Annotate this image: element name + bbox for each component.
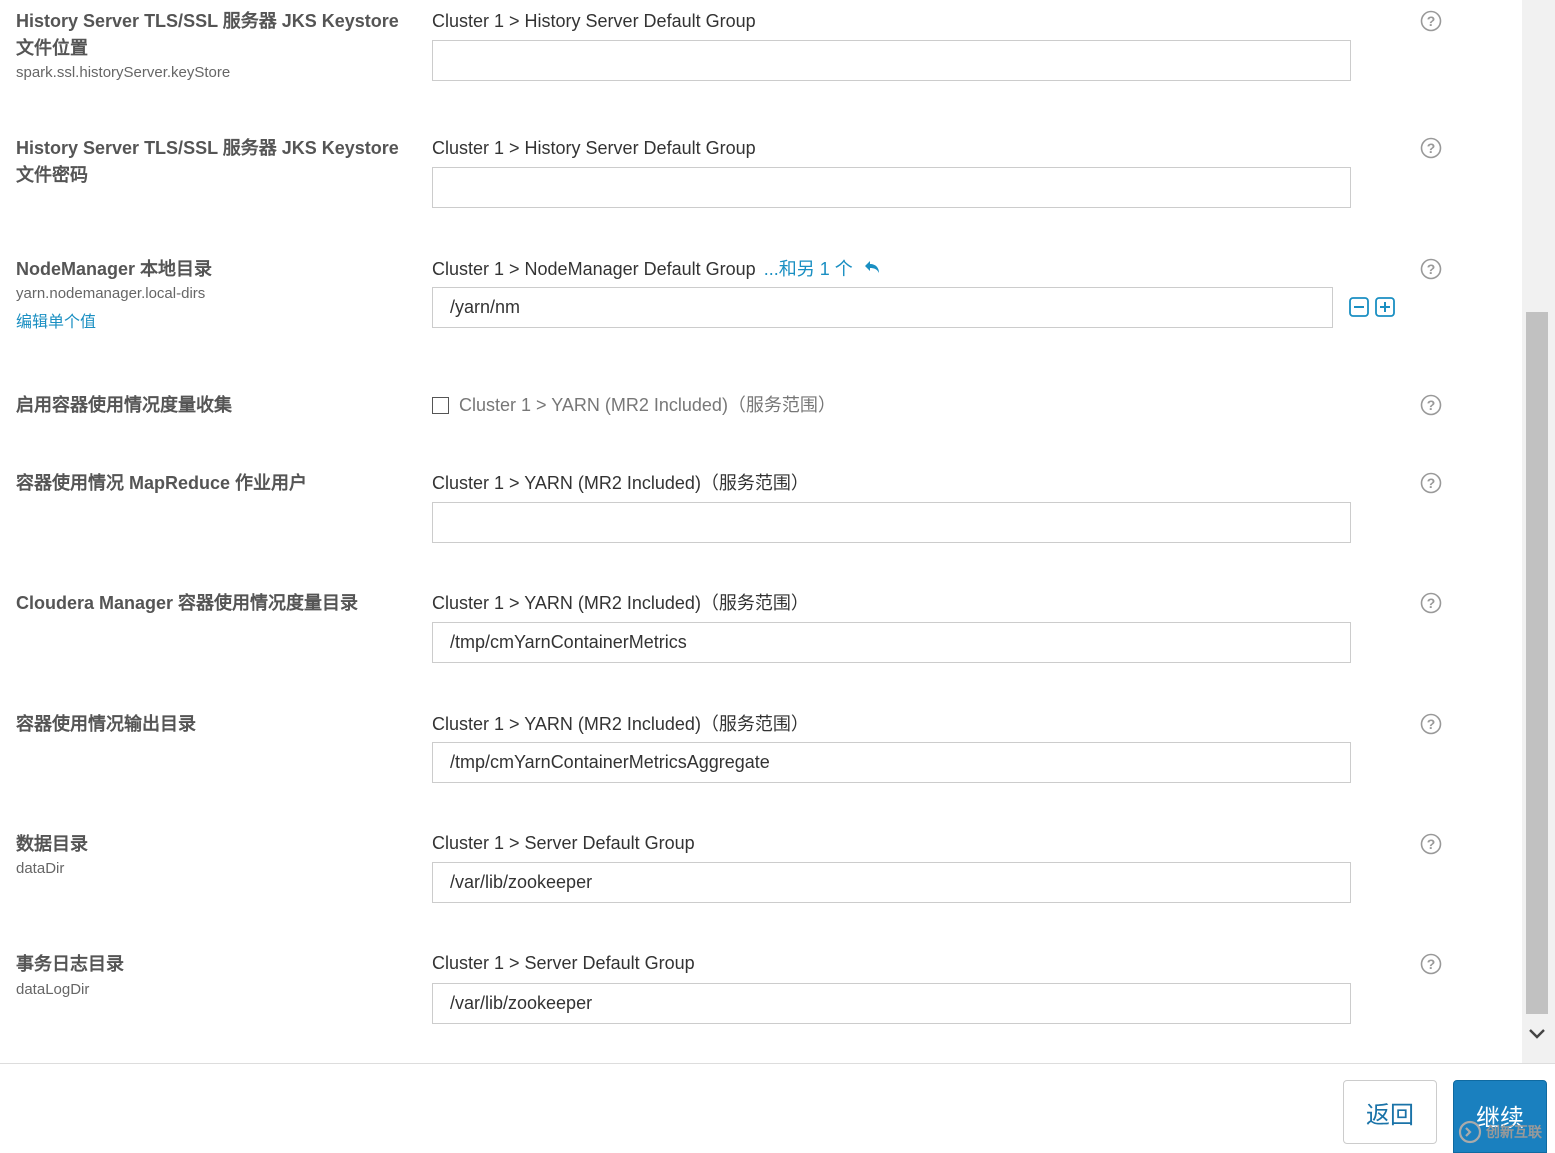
remove-value-icon[interactable]: [1349, 297, 1369, 317]
keystore-password-input[interactable]: [432, 167, 1351, 208]
watermark-text: 创新互联: [1486, 1124, 1542, 1140]
svg-text:?: ?: [1427, 397, 1436, 413]
property-title-line: History Server TLS/SSL 服务器 JKS Keystore: [16, 11, 399, 31]
help-icon[interactable]: ?: [1420, 953, 1442, 975]
back-button[interactable]: 返回: [1343, 1080, 1437, 1144]
help-icon[interactable]: ?: [1420, 137, 1442, 159]
property-title-line: 文件密码: [16, 165, 88, 185]
property-key: dataLogDir: [16, 981, 90, 998]
help-icon[interactable]: ?: [1420, 472, 1442, 494]
scope-label: Cluster 1 > YARN (MR2 Included)（服务范围）: [432, 473, 809, 493]
data-dir-input[interactable]: [432, 862, 1351, 903]
help-icon[interactable]: ?: [1420, 10, 1442, 32]
property-title: NodeManager 本地目录: [16, 259, 213, 279]
scope-label: Cluster 1 > YARN (MR2 Included)（服务范围）: [432, 714, 809, 734]
local-dirs-input[interactable]: [432, 287, 1333, 328]
property-title: Cloudera Manager 容器使用情况度量目录: [16, 593, 359, 613]
svg-text:?: ?: [1427, 595, 1436, 611]
help-icon[interactable]: ?: [1420, 394, 1442, 416]
add-value-icon[interactable]: [1375, 297, 1395, 317]
data-log-dir-input[interactable]: [432, 983, 1351, 1024]
svg-text:?: ?: [1427, 261, 1436, 277]
property-title: 启用容器使用情况度量收集: [16, 395, 232, 415]
property-title: 容器使用情况 MapReduce 作业用户: [16, 473, 308, 493]
svg-text:?: ?: [1427, 956, 1436, 972]
vertical-scrollbar[interactable]: [1522, 0, 1555, 1063]
cm-metrics-dir-input[interactable]: [432, 622, 1351, 663]
property-key: spark.ssl.historyServer.keyStore: [16, 64, 231, 81]
undo-icon[interactable]: [863, 258, 883, 280]
scope-label: Cluster 1 > NodeManager Default Group...…: [432, 258, 883, 280]
scroll-down-arrow-icon[interactable]: [1527, 1024, 1547, 1044]
enable-metrics-checkbox[interactable]: [432, 397, 449, 414]
property-title: 容器使用情况输出目录: [16, 714, 196, 734]
svg-text:?: ?: [1427, 716, 1436, 732]
output-dir-input[interactable]: [432, 742, 1351, 783]
svg-text:?: ?: [1427, 836, 1436, 852]
scope-label: Cluster 1 > History Server Default Group: [432, 11, 756, 31]
help-icon[interactable]: ?: [1420, 258, 1442, 280]
checkbox-label: Cluster 1 > YARN (MR2 Included)（服务范围）: [459, 395, 836, 415]
and-more-link[interactable]: ...和另 1 个: [764, 259, 853, 279]
watermark-logo-icon: [1458, 1120, 1482, 1144]
edit-individual-values-link[interactable]: 编辑单个值: [16, 308, 96, 332]
property-title: History Server TLS/SSL 服务器 JKS Keystore …: [16, 8, 406, 62]
help-icon[interactable]: ?: [1420, 592, 1442, 614]
property-title-line: History Server TLS/SSL 服务器 JKS Keystore: [16, 138, 399, 158]
help-icon[interactable]: ?: [1420, 833, 1442, 855]
mapreduce-job-user-input[interactable]: [432, 502, 1351, 543]
property-title: History Server TLS/SSL 服务器 JKS Keystore …: [16, 135, 406, 189]
watermark: 创新互联: [1458, 1118, 1542, 1146]
scope-text: Cluster 1 > NodeManager Default Group: [432, 259, 756, 279]
property-key: dataDir: [16, 860, 65, 877]
scope-label: Cluster 1 > YARN (MR2 Included)（服务范围）: [432, 593, 809, 613]
property-title-line: 文件位置: [16, 38, 88, 58]
help-icon[interactable]: ?: [1420, 713, 1442, 735]
scope-label: Cluster 1 > Server Default Group: [432, 833, 695, 853]
scope-label: Cluster 1 > History Server Default Group: [432, 138, 756, 158]
wizard-footer: 返回 继续: [0, 1063, 1555, 1153]
property-key: yarn.nodemanager.local-dirs: [16, 285, 206, 302]
config-form: History Server TLS/SSL 服务器 JKS Keystore …: [0, 0, 1522, 1063]
svg-text:?: ?: [1427, 13, 1436, 29]
scope-label: Cluster 1 > Server Default Group: [432, 953, 695, 973]
scrollbar-thumb[interactable]: [1526, 312, 1548, 1014]
property-title: 事务日志目录: [16, 954, 124, 974]
keystore-location-input[interactable]: [432, 40, 1351, 81]
property-title: 数据目录: [16, 834, 88, 854]
svg-text:?: ?: [1427, 140, 1436, 156]
svg-text:?: ?: [1427, 475, 1436, 491]
